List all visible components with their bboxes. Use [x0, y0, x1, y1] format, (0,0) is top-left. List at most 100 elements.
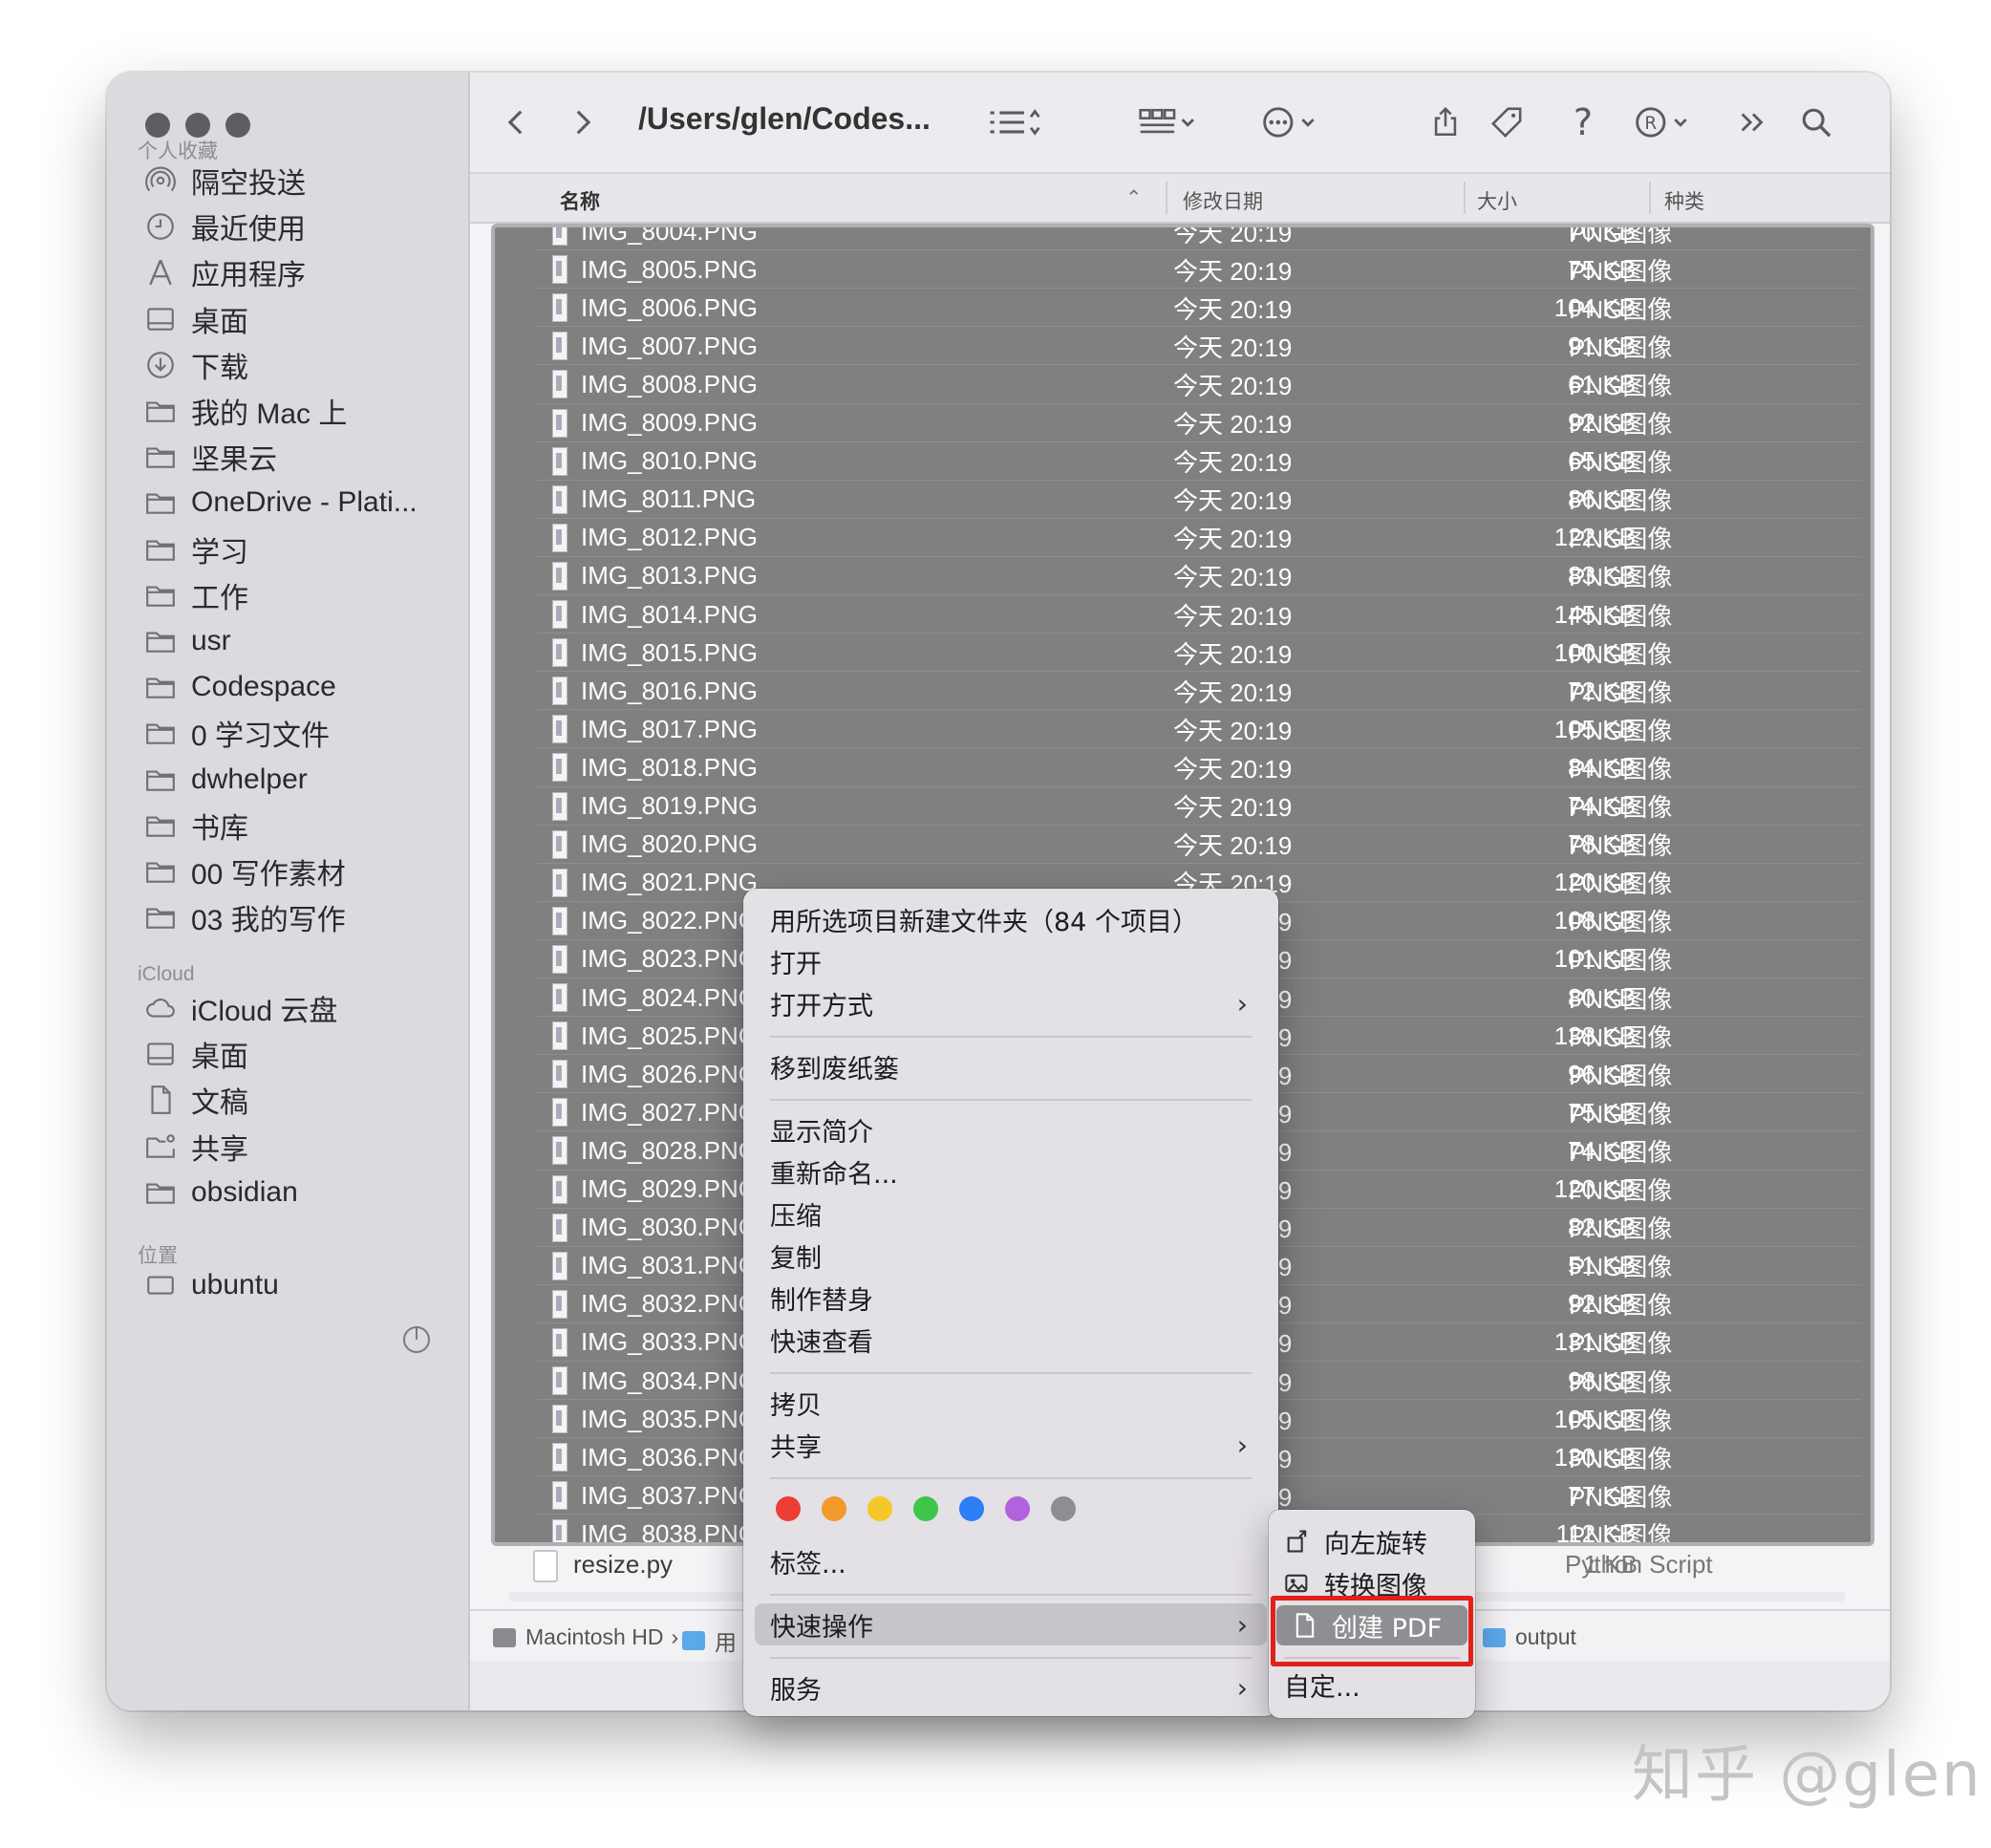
- file-row[interactable]: IMG_8013.PNG 今天 20:19 83 KB PNG图像: [495, 557, 1871, 595]
- menu-item-services[interactable]: 服务 ›: [770, 1666, 1252, 1708]
- sidebar-favorites-item[interactable]: 隔空投送: [143, 155, 306, 206]
- menu-item-quick-look[interactable]: 快速查看: [770, 1319, 1252, 1361]
- tag-color-dot[interactable]: [913, 1496, 938, 1521]
- file-row[interactable]: IMG_8005.PNG 今天 20:19 75 KB PNG图像: [495, 250, 1871, 289]
- clock-icon: [143, 209, 178, 244]
- tag-button[interactable]: [1483, 94, 1531, 151]
- png-file-icon: [552, 638, 567, 668]
- file-row[interactable]: IMG_8015.PNG 今天 20:19 100 KB PNG图像: [495, 634, 1871, 672]
- sidebar-favorites-item[interactable]: 坚果云: [143, 431, 277, 483]
- path-segment-disk[interactable]: Macintosh HD ›: [493, 1624, 678, 1650]
- menu-item-open[interactable]: 打开: [770, 940, 1252, 982]
- menu-item-move-to-trash[interactable]: 移到废纸篓: [770, 1045, 1252, 1087]
- chevron-left-icon: [507, 110, 523, 135]
- file-row[interactable]: IMG_8007.PNG 今天 20:19 91 KB PNG图像: [495, 327, 1871, 365]
- sidebar-favorites-item[interactable]: 书库: [143, 800, 248, 851]
- file-kind: PNG图像: [1569, 1406, 1673, 1435]
- column-size[interactable]: 大小: [1477, 186, 1517, 215]
- file-row[interactable]: IMG_8018.PNG 今天 20:19 84 KB PNG图像: [495, 748, 1871, 786]
- sidebar-favorites-item[interactable]: 工作: [143, 569, 248, 621]
- sidebar-favorites-item[interactable]: dwhelper: [143, 754, 308, 806]
- file-row[interactable]: IMG_8009.PNG 今天 20:19 92 KB PNG图像: [495, 404, 1871, 442]
- file-kind: PNG图像: [1569, 1291, 1673, 1321]
- file-date: 今天 20:19: [1173, 294, 1293, 324]
- file-name: IMG_8008.PNG: [581, 369, 758, 398]
- menu-item-duplicate[interactable]: 复制: [770, 1235, 1252, 1277]
- file-row[interactable]: IMG_8012.PNG 今天 20:19 122 KB PNG图像: [495, 519, 1871, 557]
- file-date: 今天 20:19: [1173, 448, 1293, 478]
- file-row[interactable]: IMG_8010.PNG 今天 20:19 65 KB PNG图像: [495, 442, 1871, 481]
- column-kind[interactable]: 种类: [1664, 186, 1704, 215]
- menu-item-quick-actions[interactable]: 快速操作 ›: [755, 1603, 1267, 1645]
- sidebar-favorites-item[interactable]: 我的 Mac 上: [143, 385, 347, 437]
- sidebar-favorites-item[interactable]: 0 学习文件: [143, 707, 330, 759]
- sort-ascending-icon[interactable]: ⌃: [1125, 186, 1143, 210]
- menu-item-compress[interactable]: 压缩: [770, 1193, 1252, 1235]
- sidebar-favorites-item[interactable]: 桌面: [143, 293, 248, 345]
- minimize-window-button[interactable]: [185, 113, 210, 138]
- sidebar-favorites-item[interactable]: 00 写作素材: [143, 846, 346, 897]
- sync-progress-icon[interactable]: [401, 1324, 432, 1355]
- tag-color-dot[interactable]: [867, 1496, 892, 1521]
- file-row[interactable]: IMG_8020.PNG 今天 20:19 78 KB PNG图像: [495, 826, 1871, 864]
- menu-item-share[interactable]: 共享 ›: [770, 1424, 1252, 1466]
- sidebar-icloud-item[interactable]: 桌面: [143, 1028, 248, 1080]
- sidebar-favorites-item[interactable]: 学习: [143, 524, 248, 575]
- file-row[interactable]: IMG_8019.PNG 今天 20:19 74 KB PNG图像: [495, 787, 1871, 826]
- file-row[interactable]: IMG_8004.PNG 今天 20:19 70 KB PNG图像: [495, 227, 1871, 250]
- column-name[interactable]: 名称: [560, 186, 600, 215]
- help-button[interactable]: ?: [1559, 94, 1607, 151]
- menu-item-rename[interactable]: 重新命名...: [770, 1150, 1252, 1193]
- close-window-button[interactable]: [145, 113, 170, 138]
- sidebar-favorites-item[interactable]: 应用程序: [143, 247, 306, 298]
- sidebar-favorites-item[interactable]: OneDrive - Plati...: [143, 477, 417, 528]
- menu-item-copy[interactable]: 拷贝: [770, 1382, 1252, 1424]
- menu-item-make-alias[interactable]: 制作替身: [770, 1277, 1252, 1319]
- tag-color-dot[interactable]: [1005, 1496, 1030, 1521]
- tag-color-dot[interactable]: [822, 1496, 846, 1521]
- share-button[interactable]: [1422, 94, 1469, 151]
- folder-icon: [143, 485, 178, 520]
- group-by-button[interactable]: [1129, 94, 1206, 151]
- file-row[interactable]: IMG_8016.PNG 今天 20:19 72 KB PNG图像: [495, 672, 1871, 710]
- file-row[interactable]: IMG_8008.PNG 今天 20:19 61 KB PNG图像: [495, 365, 1871, 403]
- menu-item-open-with[interactable]: 打开方式 ›: [770, 982, 1252, 1024]
- sidebar-favorites-item[interactable]: Codespace: [143, 661, 336, 713]
- zoom-window-button[interactable]: [225, 113, 250, 138]
- path-segment-output[interactable]: output: [1483, 1624, 1576, 1650]
- back-button[interactable]: [493, 94, 541, 151]
- tag-color-dot[interactable]: [959, 1496, 984, 1521]
- submenu-item-rotate-left[interactable]: 向左旋转: [1284, 1521, 1464, 1561]
- search-button[interactable]: [1792, 94, 1840, 151]
- overflow-button[interactable]: [1729, 94, 1777, 151]
- file-row[interactable]: IMG_8014.PNG 今天 20:19 145 KB PNG图像: [495, 595, 1871, 634]
- menu-item-get-info[interactable]: 显示简介: [770, 1108, 1252, 1150]
- sidebar-favorites-item[interactable]: usr: [143, 615, 231, 667]
- folder-icon: [682, 1631, 705, 1650]
- sidebar-icloud-item[interactable]: 文稿: [143, 1074, 248, 1126]
- list-view-button[interactable]: [976, 94, 1053, 151]
- path-segment-users[interactable]: 用: [682, 1624, 737, 1657]
- sidebar-locations-item[interactable]: ubuntu: [143, 1259, 279, 1311]
- sidebar-icloud-item[interactable]: iCloud 云盘: [143, 982, 337, 1034]
- column-date[interactable]: 修改日期: [1183, 186, 1263, 215]
- sidebar-item-label: 工作: [191, 582, 248, 614]
- extension-button[interactable]: R: [1626, 94, 1702, 151]
- menu-item-tags[interactable]: 标签...: [770, 1540, 1252, 1582]
- sidebar-favorites-item[interactable]: 下载: [143, 339, 248, 391]
- window-controls: [145, 113, 250, 138]
- submenu-item-customize[interactable]: 自定...: [1284, 1665, 1464, 1705]
- file-row[interactable]: IMG_8006.PNG 今天 20:19 104 KB PNG图像: [495, 289, 1871, 327]
- file-date: 今天 20:19: [1173, 601, 1293, 631]
- tag-color-dot[interactable]: [1051, 1496, 1076, 1521]
- forward-button[interactable]: [558, 94, 606, 151]
- sidebar-favorites-item[interactable]: 最近使用: [143, 201, 306, 252]
- tag-color-dot[interactable]: [776, 1496, 801, 1521]
- file-row[interactable]: IMG_8017.PNG 今天 20:19 105 KB PNG图像: [495, 710, 1871, 748]
- sidebar-icloud-item[interactable]: obsidian: [143, 1167, 298, 1218]
- action-button[interactable]: [1253, 94, 1330, 151]
- menu-item-new-folder-with-selection[interactable]: 用所选项目新建文件夹（84 个项目）: [770, 898, 1252, 940]
- sidebar-icloud-item[interactable]: 共享: [143, 1121, 248, 1172]
- sidebar-favorites-item[interactable]: 03 我的写作: [143, 892, 346, 943]
- file-row[interactable]: IMG_8011.PNG 今天 20:19 86 KB PNG图像: [495, 481, 1871, 519]
